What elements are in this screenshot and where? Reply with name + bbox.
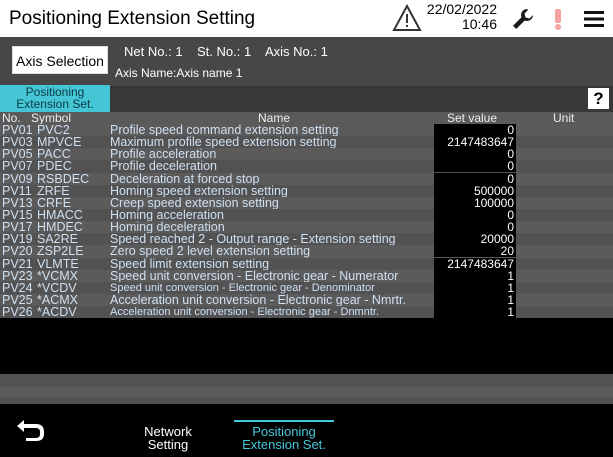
param-value-field[interactable]: 2147483647 xyxy=(434,257,516,270)
param-no: PV21 xyxy=(2,256,33,271)
station-info: Net No.: 1 St. No.: 1 Axis No.: 1 xyxy=(124,44,328,59)
menu-icon[interactable] xyxy=(581,6,607,32)
table-row[interactable]: PV15 HMACC Homing acceleration 0 xyxy=(0,209,613,221)
net-no-label: Net No.: xyxy=(124,44,172,59)
net-no-value: 1 xyxy=(175,44,183,59)
param-value-field[interactable]: 1 xyxy=(434,281,516,294)
tab-positioning-extension[interactable]: Positioning Extension Set. xyxy=(0,85,110,112)
footer-tab-positioning-extension[interactable]: Positioning Extension Set. xyxy=(232,425,336,451)
tab-label-line2: Extension Set. xyxy=(16,97,94,111)
table-row[interactable]: PV26 *ACDV Acceleration unit conversion - … xyxy=(0,306,613,318)
param-symbol: PDEC xyxy=(37,159,72,174)
param-name: Homing speed extension setting xyxy=(110,183,288,198)
table-body: PV01 PVC2 Profile speed command extension … xyxy=(0,124,613,318)
param-value-field[interactable]: 1 xyxy=(434,269,516,282)
param-value-field[interactable]: 500000 xyxy=(434,184,516,197)
param-value-field[interactable]: 1 xyxy=(434,293,516,306)
footer-tab-label: Setting xyxy=(147,437,189,452)
param-name: Acceleration unit conversion - Electroni… xyxy=(110,306,380,319)
table-row[interactable]: PV20 ZSP2LE Zero speed 2 level extension s… xyxy=(0,244,613,259)
param-no: PV20 xyxy=(2,244,33,259)
axis-selection-button[interactable]: Axis Selection xyxy=(12,46,108,74)
col-unit-header: Unit xyxy=(553,111,575,125)
help-button[interactable]: ? xyxy=(588,88,609,109)
param-name: Acceleration unit conversion - Electroni… xyxy=(110,292,406,307)
param-symbol: *ACDV xyxy=(37,305,77,320)
param-name: Profile deceleration xyxy=(110,159,218,174)
table-row[interactable]: PV05 PACC Profile acceleration 0 xyxy=(0,148,613,161)
axis-no-value: 1 xyxy=(320,44,328,59)
param-value-field[interactable]: 0 xyxy=(434,172,516,185)
datetime: 22/02/2022 10:46 xyxy=(425,2,497,32)
axis-name-label: Axis Name: xyxy=(115,66,177,80)
param-value-field[interactable]: 0 xyxy=(434,148,516,161)
param-symbol: RSBDEC xyxy=(37,171,90,186)
screen: Positioning Extension Setting 22/02/2022… xyxy=(0,0,613,457)
param-symbol: ZRFE xyxy=(37,183,70,198)
table-row[interactable]: PV23 *VCMX Speed unit conversion - Electro… xyxy=(0,268,613,283)
back-arrow-icon[interactable] xyxy=(14,417,48,443)
param-value-field[interactable]: 0 xyxy=(434,160,516,173)
col-setvalue-header: Set value xyxy=(447,111,498,125)
st-no-label: St. No.: xyxy=(197,44,241,59)
footer-tab-label: Extension Set. xyxy=(242,437,326,452)
param-symbol: VLMTE xyxy=(37,256,79,271)
table-row[interactable]: PV07 PDEC Profile deceleration 0 xyxy=(0,159,613,174)
axis-name-value: Axis name 1 xyxy=(176,66,243,80)
param-no: PV26 xyxy=(2,305,33,320)
param-name: Zero speed 2 level extension setting xyxy=(110,244,311,259)
table-row[interactable]: PV03 MPVCE Maximum profile speed extension… xyxy=(0,136,613,148)
table-row[interactable]: PV21 VLMTE Speed limit extension setting 21… xyxy=(0,256,613,271)
axis-no-label: Axis No.: xyxy=(264,44,317,59)
page-title: Positioning Extension Setting xyxy=(9,8,256,29)
param-no: PV09 xyxy=(2,171,33,186)
date-text: 22/02/2022 xyxy=(426,1,497,17)
st-no-value: 1 xyxy=(243,44,252,59)
table-row[interactable]: PV13 CRFE Creep speed extension setting 100… xyxy=(0,197,613,209)
header-bar: Positioning Extension Setting 22/02/2022… xyxy=(0,0,613,37)
param-no: PV23 xyxy=(2,268,33,283)
param-no: PV11 xyxy=(2,183,32,198)
empty-table-rows xyxy=(0,374,613,404)
param-symbol: *VCMX xyxy=(37,268,78,283)
param-value-field[interactable]: 2147483647 xyxy=(434,136,516,149)
param-value-field[interactable]: 1 xyxy=(434,306,516,319)
active-tab-indicator xyxy=(234,420,334,422)
alert-icon[interactable] xyxy=(545,6,571,32)
param-value-field[interactable]: 0 xyxy=(434,208,516,221)
axis-name-info: Axis Name:Axis name 1 xyxy=(115,66,242,80)
param-no: PV07 xyxy=(2,159,33,174)
param-name: Speed limit extension setting xyxy=(110,256,270,271)
table-row[interactable]: PV11 ZRFE Homing speed extension setting 50… xyxy=(0,183,613,198)
warning-triangle-icon[interactable] xyxy=(392,4,422,32)
table-row[interactable]: PV25 *ACMX Acceleration unit conversion - … xyxy=(0,294,613,306)
param-name: Speed unit conversion - Electronic gear … xyxy=(110,268,399,283)
param-value-field[interactable]: 100000 xyxy=(434,196,516,209)
time-text: 10:46 xyxy=(461,16,497,32)
param-name: Deceleration at forced stop xyxy=(110,171,260,186)
param-symbol: ZSP2LE xyxy=(37,244,84,259)
param-value-field[interactable]: 20 xyxy=(434,245,516,258)
table-row[interactable]: PV09 RSBDEC Deceleration at forced stop 0 xyxy=(0,171,613,186)
wrench-icon[interactable] xyxy=(510,6,536,32)
footer-tab-network-setting[interactable]: Network Setting xyxy=(128,425,208,451)
